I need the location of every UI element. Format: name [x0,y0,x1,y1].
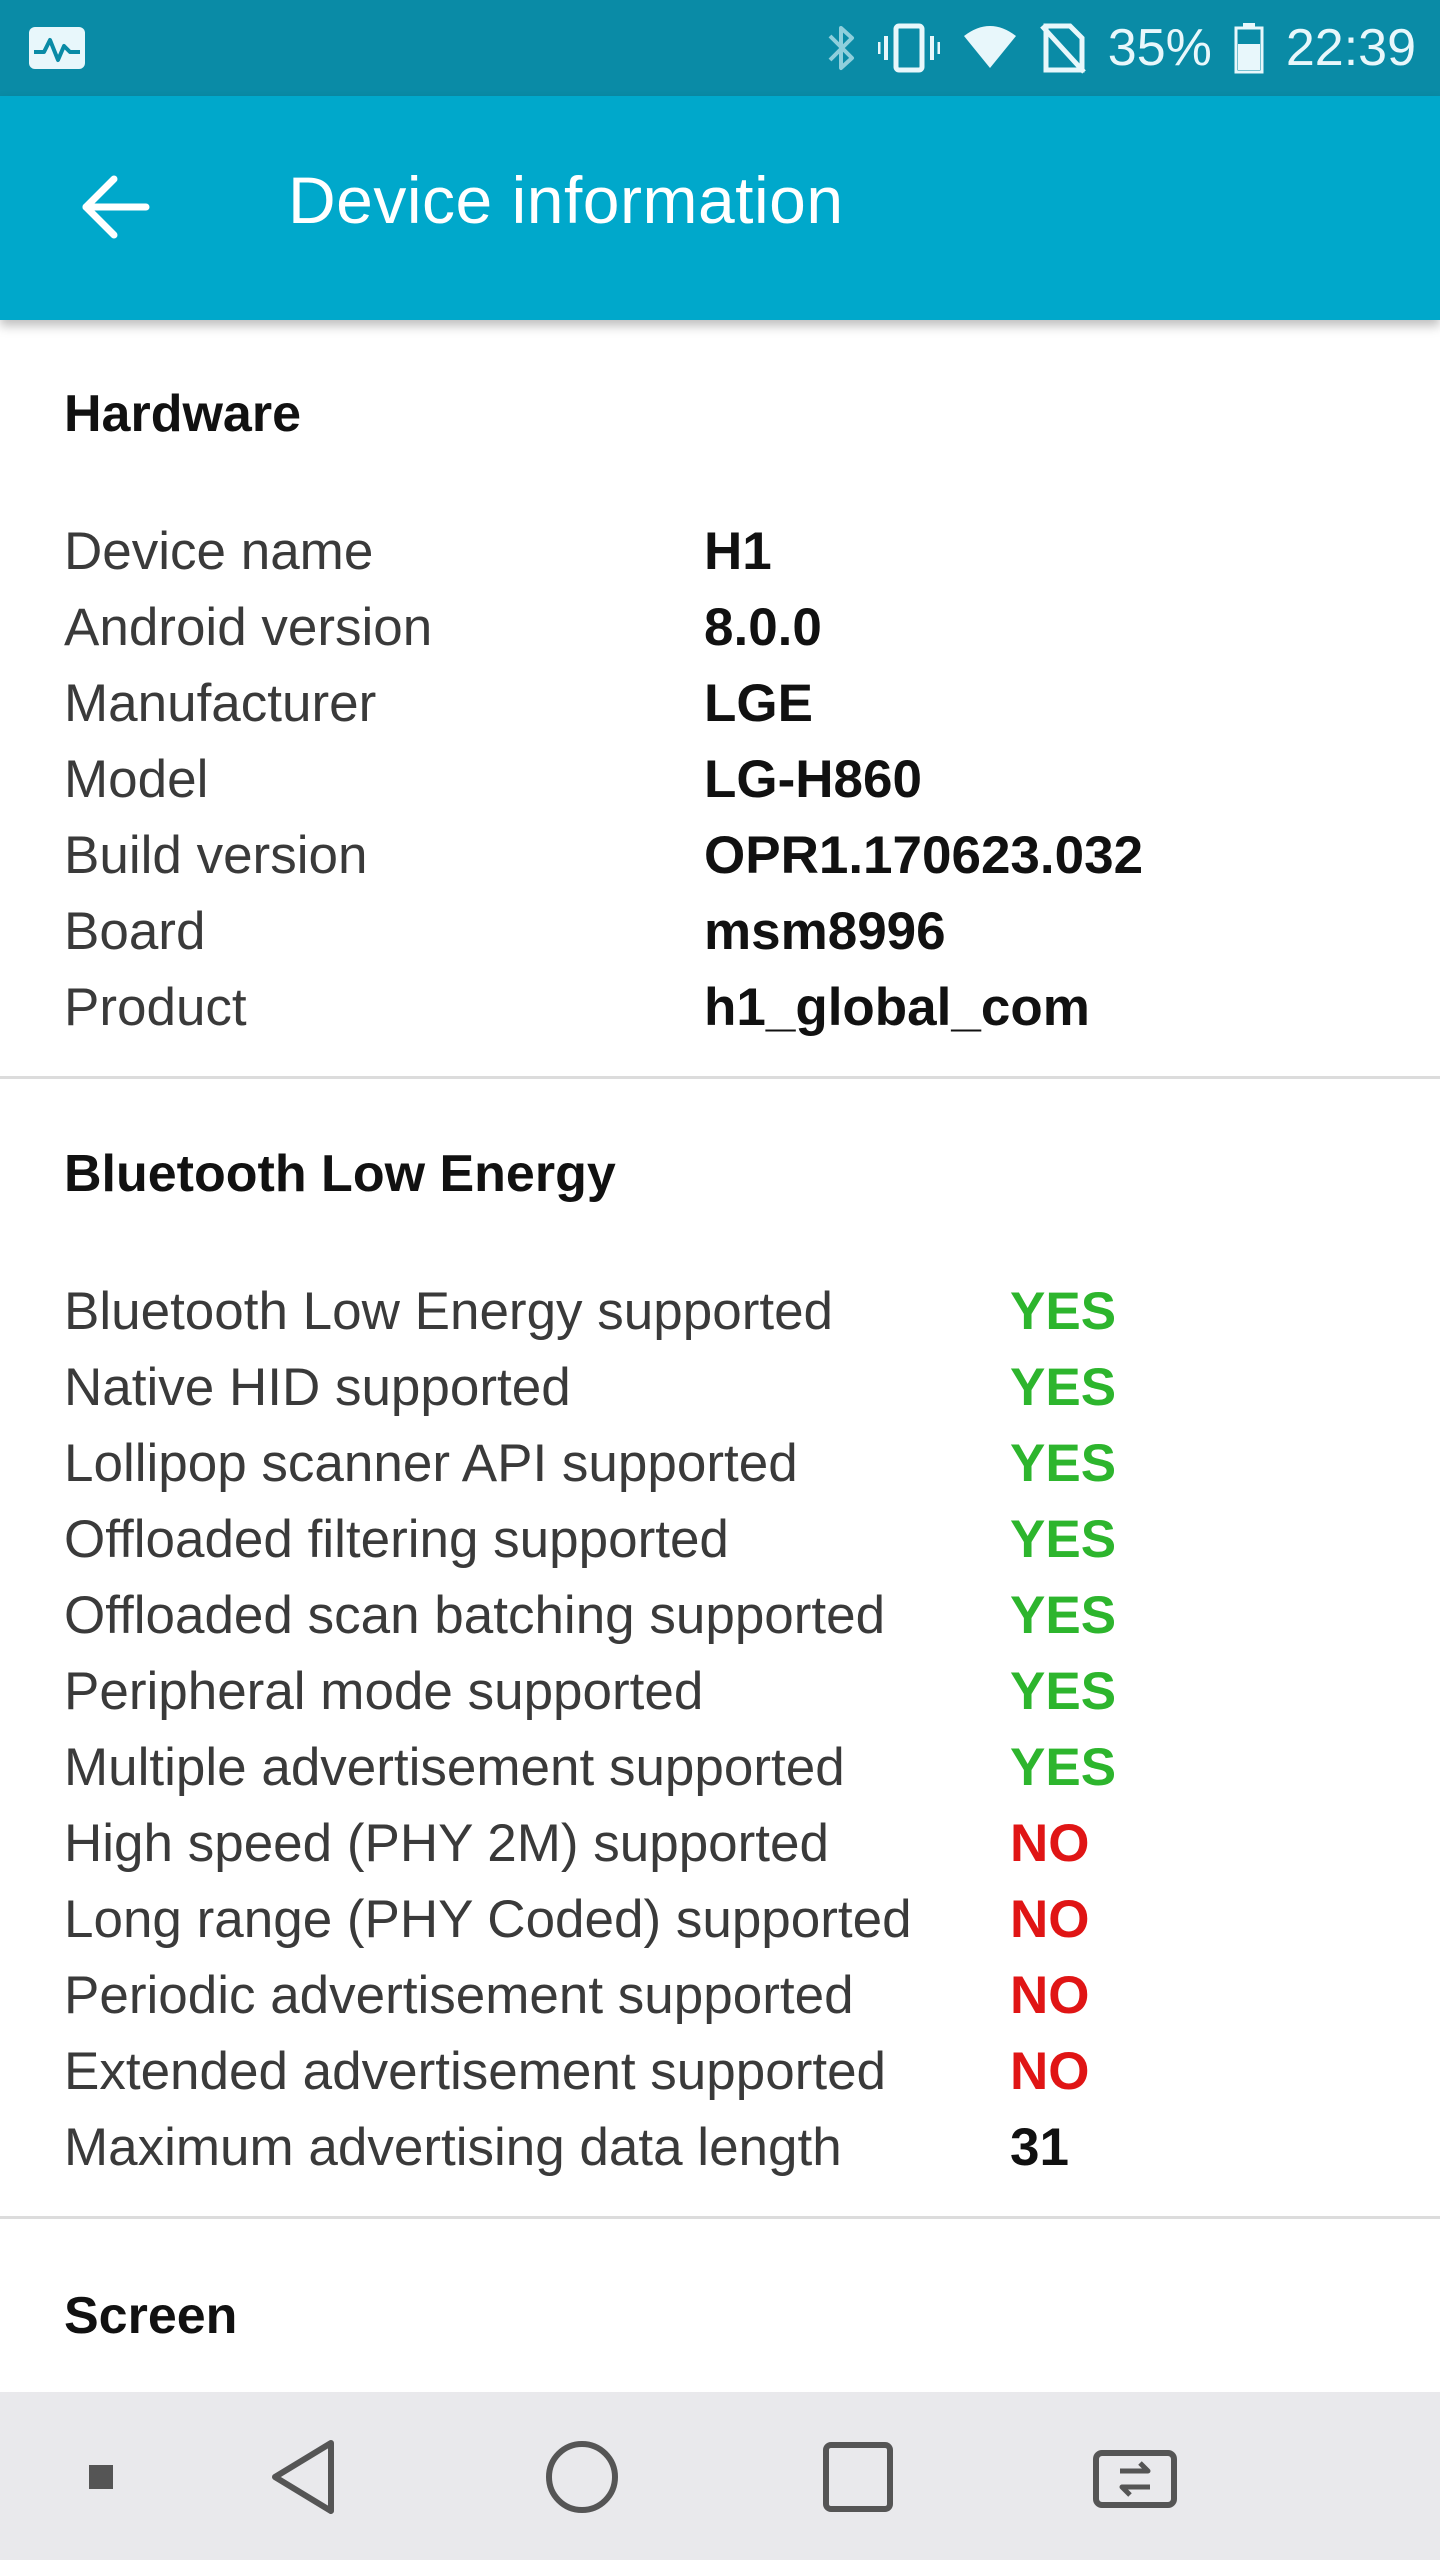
status-value: YES [1010,1738,1117,1797]
ble-row: Native HID supported YES [0,1350,1440,1426]
row-label: Maximum advertising data length [64,2118,842,2177]
battery-icon [1234,22,1264,74]
ble-row: High speed (PHY 2M) supported NO [0,1806,1440,1882]
ble-row: Lollipop scanner API supported YES [0,1426,1440,1502]
row-value: msm8996 [704,902,946,961]
hardware-section-title: Hardware [64,385,301,443]
hardware-row-manufacturer: Manufacturer LGE [0,666,1440,742]
status-icons: 35% 22:39 [826,0,1416,96]
app-bar: Device information [0,96,1440,320]
ble-row: Maximum advertising data length 31 [0,2110,1440,2186]
row-value: 8.0.0 [704,598,822,657]
hardware-row-product: Product h1_global_com [0,970,1440,1046]
row-label: Offloaded filtering supported [64,1510,729,1569]
arrow-left-icon [82,175,150,239]
row-label: Bluetooth Low Energy supported [64,1282,834,1341]
row-label: Product [64,978,247,1037]
recents-square-icon[interactable] [813,2432,903,2522]
back-button[interactable] [60,152,170,262]
ble-row: Bluetooth Low Energy supported YES [0,1274,1440,1350]
battery-percent: 35% [1107,19,1212,77]
wifi-icon [962,26,1018,70]
bluetooth-icon [826,22,856,74]
hardware-row-board: Board msm8996 [0,894,1440,970]
row-value: LGE [704,674,813,733]
dual-window-icon[interactable] [1090,2432,1180,2522]
status-value: YES [1010,1586,1117,1645]
row-value: h1_global_com [704,978,1090,1037]
row-label: Build version [64,826,368,885]
status-value: YES [1010,1662,1117,1721]
device-info-list[interactable]: Hardware Device name H1 Android version … [0,320,1440,2392]
ble-section-title: Bluetooth Low Energy [64,1145,616,1203]
vibrate-icon [877,22,940,74]
row-label: Manufacturer [64,674,377,733]
status-value: NO [1010,1966,1090,2025]
hardware-row-build-version: Build version OPR1.170623.032 [0,818,1440,894]
back-triangle-icon[interactable] [260,2432,350,2522]
status-value: NO [1010,1890,1090,1949]
status-value: NO [1010,2042,1090,2101]
status-value: YES [1010,1358,1117,1417]
status-value: YES [1010,1282,1117,1341]
row-label: Peripheral mode supported [64,1662,704,1721]
activity-monitor-icon [28,26,86,70]
hardware-row-device-name: Device name H1 [0,514,1440,590]
small-square-icon[interactable] [56,2432,146,2522]
status-bar: 35% 22:39 [0,0,1440,96]
row-label: Board [64,902,206,961]
row-label: Device name [64,522,374,581]
row-label: Multiple advertisement supported [64,1738,845,1797]
ble-row: Offloaded filtering supported YES [0,1502,1440,1578]
ble-row: Peripheral mode supported YES [0,1654,1440,1730]
section-divider [0,2216,1440,2219]
row-value: LG-H860 [704,750,922,809]
ble-row: Extended advertisement supported NO [0,2034,1440,2110]
row-label: Periodic advertisement supported [64,1966,854,2025]
ble-row: Multiple advertisement supported YES [0,1730,1440,1806]
row-label: Offloaded scan batching supported [64,1586,886,1645]
row-label: Long range (PHY Coded) supported [64,1890,912,1949]
row-label: High speed (PHY 2M) supported [64,1814,829,1873]
row-label: Android version [64,598,433,657]
row-label: Model [64,750,209,809]
row-value: OPR1.170623.032 [704,826,1144,885]
status-value: NO [1010,1814,1090,1873]
hardware-row-model: Model LG-H860 [0,742,1440,818]
home-circle-icon[interactable] [537,2432,627,2522]
row-label: Extended advertisement supported [64,2042,887,2101]
status-value: YES [1010,1510,1117,1569]
row-label: Lollipop scanner API supported [64,1434,798,1493]
row-label: Native HID supported [64,1358,571,1417]
section-divider [0,1076,1440,1079]
screen-section-title: Screen [64,2287,238,2345]
page-title: Device information [288,163,844,237]
ble-row: Long range (PHY Coded) supported NO [0,1882,1440,1958]
navigation-bar [0,2392,1440,2560]
ble-row: Periodic advertisement supported NO [0,1958,1440,2034]
no-sim-icon [1039,22,1086,74]
row-value: H1 [704,522,772,581]
clock: 22:39 [1285,19,1416,77]
status-value: YES [1010,1434,1117,1493]
row-value: 31 [1010,2118,1069,2177]
hardware-row-android-version: Android version 8.0.0 [0,590,1440,666]
ble-row: Offloaded scan batching supported YES [0,1578,1440,1654]
